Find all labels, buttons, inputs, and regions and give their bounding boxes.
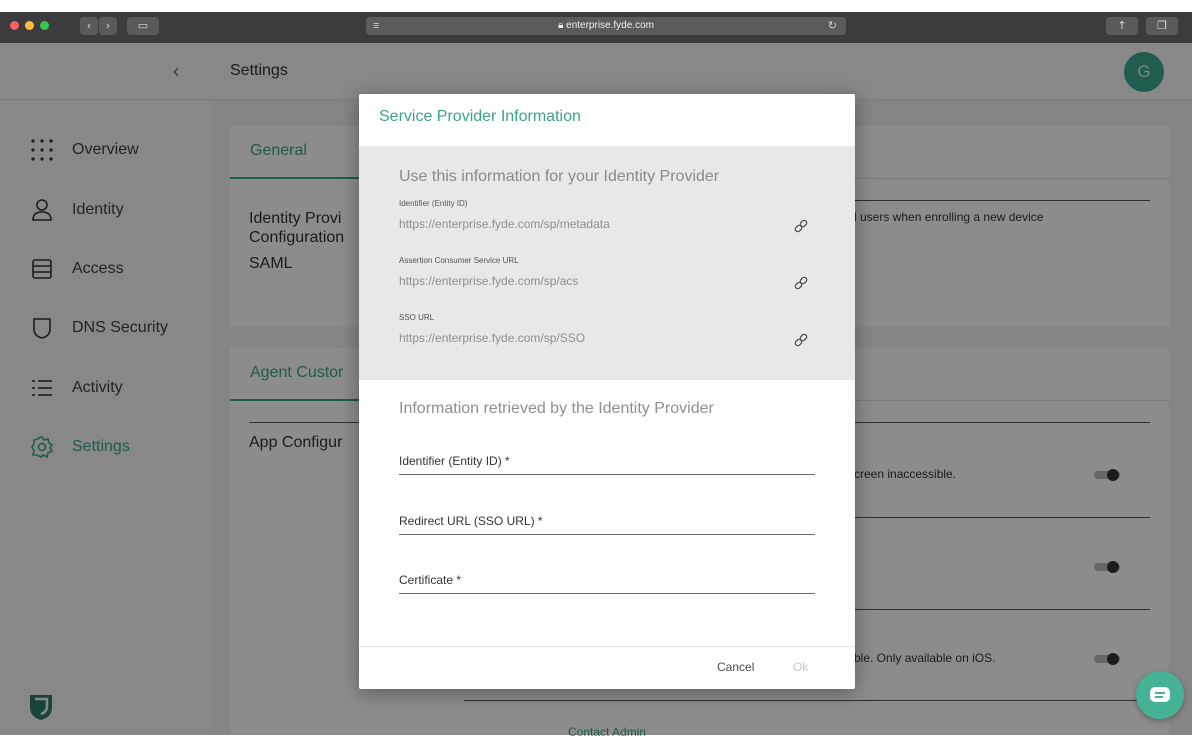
entity-id-label: Identifier (Entity ID) (399, 199, 468, 208)
zoom-window-icon[interactable] (40, 21, 49, 30)
sp-info-section: Use this information for your Identity P… (359, 146, 855, 380)
cancel-button[interactable]: Cancel (717, 660, 754, 674)
copy-link-icon[interactable] (793, 275, 809, 291)
reload-icon[interactable]: ↻ (828, 17, 837, 35)
lock-icon: 🔒︎ (558, 20, 564, 31)
copy-link-icon[interactable] (793, 332, 809, 348)
info-heading: Use this information for your Identity P… (399, 168, 720, 185)
entity-id-value: https://enterprise.fyde.com/sp/metadata (399, 217, 610, 231)
acs-url-label: Assertion Consumer Service URL (399, 256, 519, 265)
tabs-icon[interactable]: ❐ (1146, 17, 1178, 35)
reader-icon[interactable]: ≡ (373, 17, 379, 35)
forward-icon[interactable]: › (99, 17, 117, 35)
retrieved-heading: Information retrieved by the Identity Pr… (399, 400, 714, 417)
redirect-url-input[interactable]: Redirect URL (SSO URL) * (399, 514, 815, 535)
sso-url-label: SSO URL (399, 313, 435, 322)
close-window-icon[interactable] (10, 21, 19, 30)
acs-url-value: https://enterprise.fyde.com/sp/acs (399, 274, 579, 288)
modal-footer: Cancel Ok (359, 646, 855, 690)
sso-url-value: https://enterprise.fyde.com/sp/SSO (399, 331, 586, 345)
window-top-strip (0, 0, 1192, 12)
chat-button[interactable] (1136, 671, 1184, 719)
browser-toolbar: ‹ › ▭ ≡ 🔒︎ enterprise.fyde.com ↻ ↑ ❐ (0, 12, 1192, 43)
address-bar[interactable]: ≡ 🔒︎ enterprise.fyde.com ↻ (366, 17, 846, 35)
url-text: enterprise.fyde.com (566, 20, 654, 31)
back-icon[interactable]: ‹ (80, 17, 98, 35)
share-icon[interactable]: ↑ (1106, 17, 1138, 35)
ok-button[interactable]: Ok (793, 660, 808, 674)
service-provider-modal: Service Provider Information Use this in… (359, 94, 855, 689)
minimize-window-icon[interactable] (25, 21, 34, 30)
sidebar-toggle-icon[interactable]: ▭ (127, 17, 159, 35)
entity-id-input[interactable]: Identifier (Entity ID) * (399, 454, 815, 475)
chat-bubble-icon (1150, 687, 1170, 702)
copy-link-icon[interactable] (793, 218, 809, 234)
certificate-input[interactable]: Certificate * (399, 573, 815, 594)
modal-title: Service Provider Information (379, 108, 581, 125)
